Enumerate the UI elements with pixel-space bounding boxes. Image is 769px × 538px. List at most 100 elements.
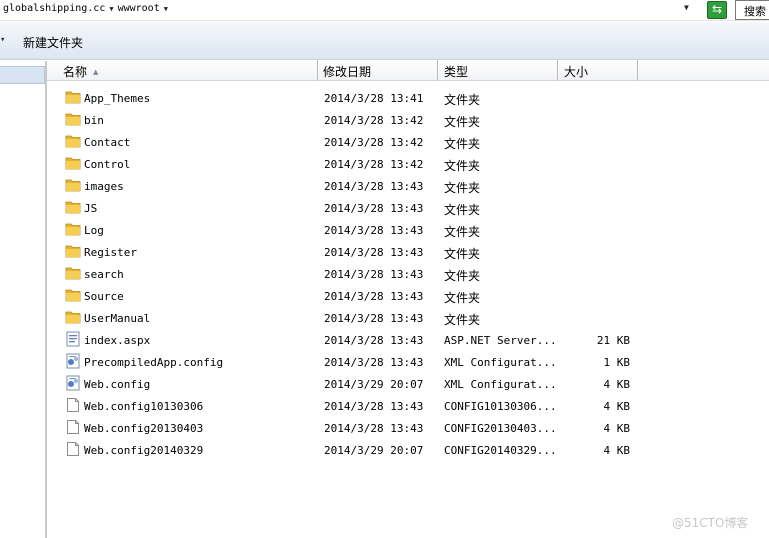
- file-name: Source: [84, 290, 124, 303]
- file-name: App_Themes: [84, 92, 151, 105]
- breadcrumb[interactable]: globalshipping.cc ▼ wwwroot ▼: [3, 3, 172, 14]
- file-name: Web.config10130306: [84, 400, 204, 413]
- file-name: images: [84, 180, 124, 193]
- chevron-down-icon[interactable]: ▼: [164, 5, 168, 13]
- file-date-modified: 2014/3/28 13:43: [324, 202, 424, 215]
- nav-selected-item[interactable]: [0, 66, 45, 84]
- file-date-modified: 2014/3/28 13:41: [324, 92, 424, 105]
- file-date-modified: 2014/3/28 13:43: [324, 290, 424, 303]
- sort-ascending-icon: ▲: [93, 68, 99, 76]
- column-header-date[interactable]: 修改日期: [318, 60, 438, 81]
- file-type: ASP.NET Server...: [444, 334, 557, 347]
- file-row[interactable]: Register 2014/3/28 13:43 文件夹: [47, 241, 769, 263]
- file-date-modified: 2014/3/28 13:43: [324, 356, 424, 369]
- file-date-modified: 2014/3/28 13:43: [324, 312, 424, 325]
- file-date-modified: 2014/3/28 13:43: [324, 180, 424, 193]
- new-folder-button[interactable]: 新建文件夹: [18, 30, 88, 55]
- file-type: 文件夹: [444, 115, 481, 129]
- file-type: 文件夹: [444, 203, 481, 217]
- address-history-dropdown-icon[interactable]: ▼: [684, 3, 689, 12]
- folder-icon: [65, 199, 81, 215]
- blank-file-icon: [65, 419, 81, 435]
- watermark: @51CTO博客: [672, 516, 749, 530]
- column-header-type[interactable]: 类型: [438, 60, 558, 81]
- file-size: 4 KB: [603, 400, 631, 413]
- file-row[interactable]: UserManual 2014/3/28 13:43 文件夹: [47, 307, 769, 329]
- file-row[interactable]: App_Themes 2014/3/28 13:41 文件夹: [47, 87, 769, 109]
- file-row[interactable]: images 2014/3/28 13:43 文件夹: [47, 175, 769, 197]
- file-row[interactable]: Control 2014/3/28 13:42 文件夹: [47, 153, 769, 175]
- file-row[interactable]: PrecompiledApp.config 2014/3/28 13:43 XML …: [47, 351, 769, 373]
- file-name: Control: [84, 158, 131, 171]
- column-header-size-label: 大小: [564, 65, 589, 79]
- blank-file-icon: [65, 441, 81, 457]
- file-row[interactable]: JS 2014/3/28 13:43 文件夹: [47, 197, 769, 219]
- config-file-icon: [65, 353, 81, 369]
- file-row[interactable]: bin 2014/3/28 13:42 文件夹: [47, 109, 769, 131]
- search-input[interactable]: 搜索: [735, 0, 769, 20]
- aspx-file-icon: [65, 331, 81, 347]
- file-size: 4 KB: [603, 444, 631, 457]
- config-file-icon: [65, 375, 81, 391]
- file-type: XML Configurat...: [444, 378, 557, 391]
- file-type: 文件夹: [444, 313, 481, 327]
- file-type: 文件夹: [444, 269, 481, 283]
- file-row[interactable]: Web.config20130403 2014/3/28 13:43 CONFIG2…: [47, 417, 769, 439]
- file-date-modified: 2014/3/28 13:42: [324, 114, 424, 127]
- toolbar: ▾ 新建文件夹: [0, 22, 769, 60]
- file-name: search: [84, 268, 124, 281]
- file-size: 4 KB: [603, 422, 631, 435]
- column-header-date-label: 修改日期: [323, 65, 372, 79]
- column-header-size[interactable]: 大小: [558, 60, 638, 81]
- breadcrumb-item-wwwroot[interactable]: wwwroot: [118, 3, 160, 14]
- folder-icon: [65, 89, 81, 105]
- file-type: 文件夹: [444, 159, 481, 173]
- file-row[interactable]: Web.config20140329 2014/3/29 20:07 CONFIG2…: [47, 439, 769, 461]
- file-size: 4 KB: [603, 378, 631, 391]
- file-date-modified: 2014/3/29 20:07: [324, 444, 424, 457]
- navigation-pane[interactable]: [0, 61, 45, 538]
- file-name: index.aspx: [84, 334, 151, 347]
- file-row[interactable]: Source 2014/3/28 13:43 文件夹: [47, 285, 769, 307]
- folder-icon: [65, 309, 81, 325]
- file-name: Register: [84, 246, 137, 259]
- blank-file-icon: [65, 397, 81, 413]
- file-row[interactable]: Web.config10130306 2014/3/28 13:43 CONFIG1…: [47, 395, 769, 417]
- column-header-name[interactable]: 名称 ▲: [47, 60, 318, 81]
- file-type: 文件夹: [444, 291, 481, 305]
- file-date-modified: 2014/3/29 20:07: [324, 378, 424, 391]
- file-date-modified: 2014/3/28 13:42: [324, 158, 424, 171]
- file-size: 21 KB: [596, 334, 630, 347]
- file-name: Log: [84, 224, 104, 237]
- breadcrumb-item-site[interactable]: globalshipping.cc: [3, 3, 105, 14]
- file-type: 文件夹: [444, 225, 481, 239]
- file-row[interactable]: index.aspx 2014/3/28 13:43 ASP.NET Server.…: [47, 329, 769, 351]
- file-date-modified: 2014/3/28 13:42: [324, 136, 424, 149]
- column-header-bar: 名称 ▲ 修改日期 类型 大小: [47, 60, 769, 81]
- file-row[interactable]: Web.config 2014/3/29 20:07 XML Configurat.…: [47, 373, 769, 395]
- refresh-icon[interactable]: ⇆: [707, 1, 727, 19]
- file-name: bin: [84, 114, 104, 127]
- file-size: 1 KB: [603, 356, 631, 369]
- file-row[interactable]: Log 2014/3/28 13:43 文件夹: [47, 219, 769, 241]
- folder-icon: [65, 133, 81, 149]
- address-bar: globalshipping.cc ▼ wwwroot ▼ ▼ ⇆ 搜索: [0, 0, 769, 21]
- file-date-modified: 2014/3/28 13:43: [324, 334, 424, 347]
- toolbar-dropdown-icon[interactable]: ▾: [0, 35, 5, 45]
- file-type: CONFIG20140329...: [444, 444, 557, 457]
- column-header-name-label: 名称: [63, 65, 88, 79]
- file-type: 文件夹: [444, 137, 481, 151]
- file-name: UserManual: [84, 312, 151, 325]
- file-row[interactable]: Contact 2014/3/28 13:42 文件夹: [47, 131, 769, 153]
- chevron-down-icon[interactable]: ▼: [109, 5, 113, 13]
- folder-icon: [65, 155, 81, 171]
- folder-icon: [65, 265, 81, 281]
- folder-icon: [65, 287, 81, 303]
- folder-icon: [65, 221, 81, 237]
- folder-icon: [65, 243, 81, 259]
- file-date-modified: 2014/3/28 13:43: [324, 224, 424, 237]
- file-row[interactable]: search 2014/3/28 13:43 文件夹: [47, 263, 769, 285]
- file-type: 文件夹: [444, 93, 481, 107]
- folder-icon: [65, 177, 81, 193]
- file-name: Web.config20130403: [84, 422, 204, 435]
